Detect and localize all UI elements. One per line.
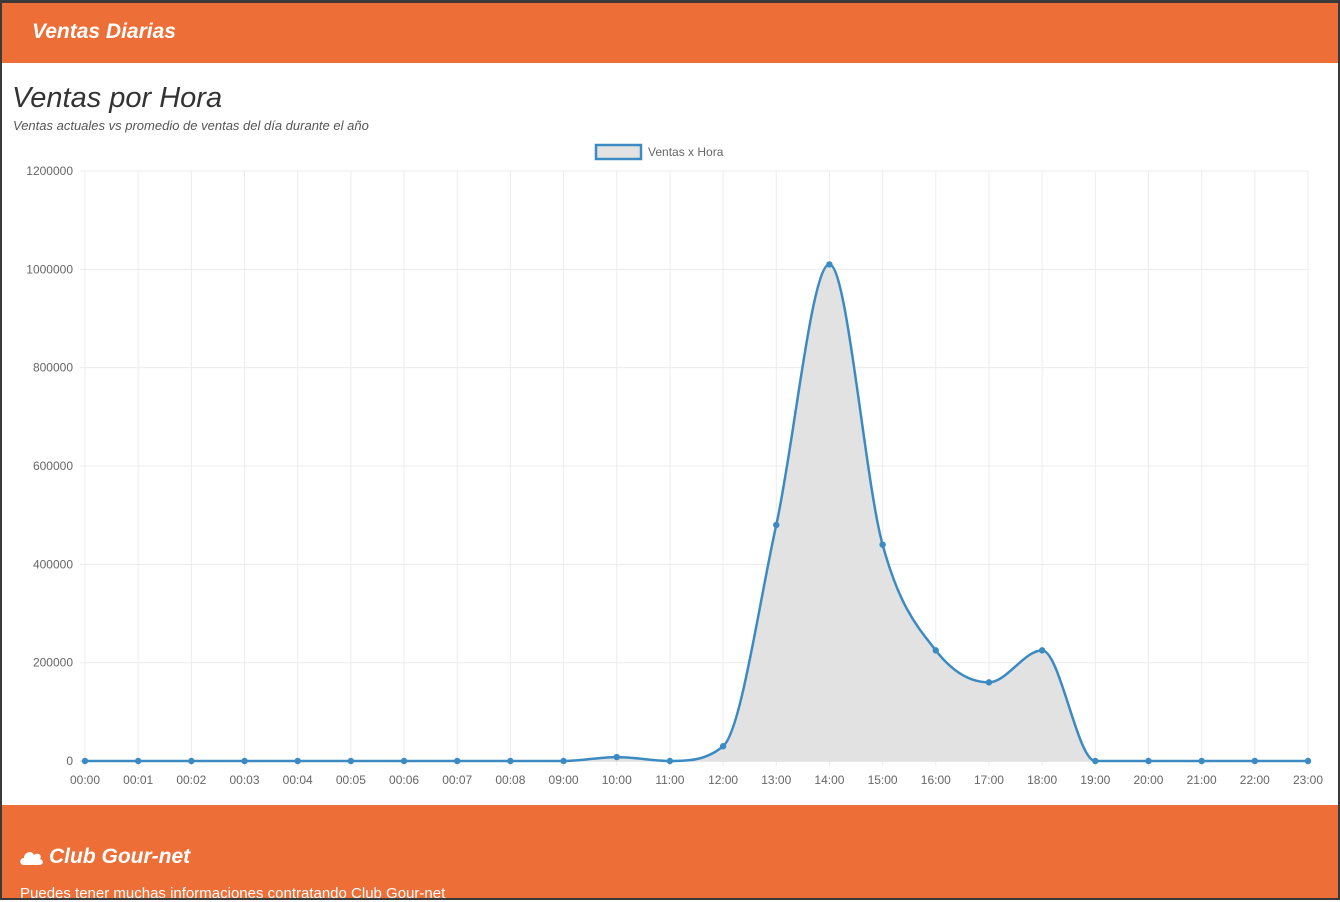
y-tick-label: 200000 — [33, 656, 73, 670]
cloud-icon — [20, 852, 43, 865]
x-tick-label: 17:00 — [974, 773, 1004, 787]
data-point[interactable] — [1304, 757, 1312, 765]
sales-chart: 020000040000060000080000010000001200000 … — [26, 143, 1323, 787]
x-tick-label: 00:06 — [389, 773, 419, 787]
data-point[interactable] — [347, 757, 355, 765]
chart-legend[interactable]: Ventas x Hora — [594, 143, 724, 161]
x-tick-label: 00:05 — [336, 773, 366, 787]
x-tick-label: 09:00 — [549, 773, 579, 787]
x-axis-labels: 00:00 00:01 00:02 00:03 00:04 00:05 00:06 00:07… — [70, 773, 1323, 787]
x-tick-label: 12:00 — [708, 773, 738, 787]
x-tick-label: 10:00 — [602, 773, 632, 787]
x-tick-label: 00:02 — [176, 773, 206, 787]
data-point[interactable] — [1038, 647, 1046, 654]
x-tick-label: 16:00 — [921, 773, 951, 787]
footer-note: Puedes tener muchas informaciones contra… — [20, 885, 446, 902]
x-tick-label: 00:07 — [442, 773, 472, 787]
x-tick-label: 19:00 — [1080, 773, 1110, 787]
header-title: Ventas Diarias — [32, 20, 176, 43]
data-point[interactable] — [613, 753, 620, 761]
x-tick-label: 13:00 — [761, 773, 791, 787]
x-tick-label: 23:00 — [1293, 773, 1323, 787]
y-tick-label: 600000 — [33, 459, 73, 473]
series-points — [81, 261, 1312, 765]
data-point[interactable] — [1198, 757, 1205, 765]
footer-brand-label: Club Gour-net — [49, 845, 191, 868]
y-axis-labels: 0 200000 400000 600000 800000 1000000 1200000 — [26, 164, 73, 768]
x-tick-label: 15:00 — [868, 773, 898, 787]
data-point[interactable] — [773, 521, 780, 529]
x-tick-label: 00:00 — [70, 773, 100, 787]
x-tick-label: 00:03 — [230, 773, 260, 787]
x-tick-label: 00:04 — [283, 773, 313, 787]
y-tick-label: 0 — [66, 754, 73, 768]
y-tick-label: 800000 — [33, 361, 73, 375]
data-point[interactable] — [826, 261, 833, 268]
data-point[interactable] — [400, 757, 408, 765]
data-point[interactable] — [1251, 757, 1259, 765]
panel-subtitle: Ventas actuales vs promedio de ventas de… — [13, 118, 369, 133]
data-point[interactable] — [560, 757, 567, 765]
panel-title: Ventas por Hora — [12, 82, 223, 114]
x-tick-label: 00:08 — [495, 773, 525, 787]
series-area — [85, 264, 1308, 761]
footer-brand[interactable]: Club Gour-net — [18, 845, 190, 869]
data-point[interactable] — [81, 757, 89, 765]
data-point[interactable] — [294, 757, 301, 765]
top-header: Ventas Diarias — [2, 3, 1338, 63]
data-point[interactable] — [241, 757, 248, 765]
x-tick-label: 20:00 — [1133, 773, 1163, 787]
data-point[interactable] — [188, 757, 195, 765]
y-tick-label: 400000 — [33, 557, 73, 571]
legend-label: Ventas x Hora — [648, 145, 724, 159]
legend-swatch — [594, 143, 643, 161]
x-tick-label: 14:00 — [814, 773, 844, 787]
data-point[interactable] — [719, 743, 727, 750]
data-point[interactable] — [879, 541, 886, 548]
x-tick-label: 22:00 — [1240, 773, 1270, 787]
x-tick-label: 11:00 — [655, 773, 684, 787]
data-point[interactable] — [134, 757, 142, 765]
data-point[interactable] — [1092, 757, 1099, 765]
x-tick-label: 00:01 — [123, 773, 153, 787]
data-point[interactable] — [1145, 757, 1152, 765]
data-point[interactable] — [507, 757, 514, 765]
data-point[interactable] — [932, 647, 939, 654]
x-tick-label: 18:00 — [1027, 773, 1057, 787]
chart-grid — [80, 170, 1309, 766]
data-point[interactable] — [454, 757, 461, 765]
series-line — [85, 263, 1308, 763]
y-tick-label: 1000000 — [26, 262, 73, 276]
footer: Club Gour-net Puedes tener muchas inform… — [2, 805, 1338, 902]
data-point[interactable] — [666, 757, 674, 765]
x-tick-label: 21:00 — [1187, 773, 1217, 787]
data-point[interactable] — [985, 679, 993, 686]
y-tick-label: 1200000 — [26, 164, 73, 178]
